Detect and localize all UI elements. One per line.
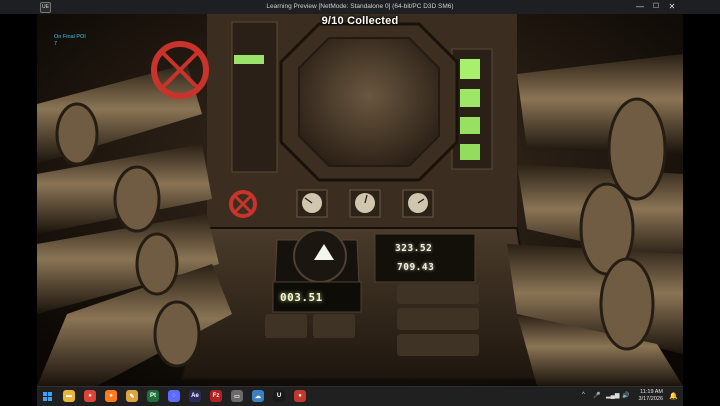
filezilla-icon[interactable]: Fz (210, 390, 222, 402)
folder-icon[interactable]: ▭ (231, 390, 243, 402)
pt-icon[interactable]: Pt (147, 390, 159, 402)
microphone-icon[interactable]: 🎤 (593, 392, 600, 399)
windows-start-icon[interactable] (43, 392, 52, 401)
cloud-icon[interactable]: ☁ (252, 390, 264, 402)
poi-value: 7 (54, 40, 58, 47)
letterbox-right (683, 14, 720, 405)
unreal-icon[interactable]: U (273, 390, 285, 402)
game-scene (37, 14, 683, 386)
paint-icon[interactable]: ✎ (126, 390, 138, 402)
window-titlebar: UE Learning Preview [NetMode: Standalone… (0, 0, 720, 14)
console-readout-top: 323.52 (395, 243, 433, 254)
system-clock[interactable]: 11:19 AM 3/17/2026 (639, 389, 663, 403)
status-light (460, 144, 480, 160)
settings-icon[interactable]: ◌ (168, 390, 180, 402)
maximize-button[interactable]: ☐ (649, 1, 663, 13)
clock-date: 3/17/2026 (638, 396, 663, 402)
game-viewport[interactable]: 9/10 Collected On Final POI 7 323.52 709… (37, 14, 683, 386)
right-pipes (507, 54, 683, 386)
after-effects-icon[interactable]: Ae (189, 390, 201, 402)
windows-taskbar: ▬ ● ● ✎ Pt ◌ Ae Fz ▭ ☁ U ● ^ 🎤 ▂▄▆ 🔊 11:19 AM 3/17/… (37, 386, 683, 406)
volume-icon[interactable]: 🔊 (622, 392, 629, 399)
firefox-icon[interactable]: ● (105, 390, 117, 402)
notification-bell-icon[interactable]: 🔔 (669, 392, 678, 400)
console-readout-bottom: 709.43 (397, 262, 435, 273)
pressure-gauges (296, 189, 434, 218)
window-title: Learning Preview [NetMode: Standalone 0]… (266, 3, 454, 10)
network-icon[interactable]: ▂▄▆ (606, 392, 619, 399)
status-light (460, 117, 480, 134)
console-readout-left: 003.51 (280, 291, 323, 304)
letterbox-left (0, 14, 37, 405)
status-light (234, 55, 264, 64)
poi-debug-text: On Final POI 7 (54, 34, 86, 47)
close-button[interactable]: ✕ (665, 1, 679, 13)
status-light (460, 59, 480, 79)
collected-counter: 9/10 Collected (321, 15, 399, 27)
file-explorer-icon[interactable]: ▬ (63, 390, 75, 402)
octagonal-hatch (279, 22, 459, 182)
recorder-icon[interactable]: ● (294, 390, 306, 402)
poi-label: On Final POI (54, 34, 86, 40)
clock-time: 11:19 AM (640, 389, 663, 395)
tray-overflow-icon[interactable]: ^ (582, 392, 585, 398)
status-light (460, 89, 480, 107)
chrome-icon[interactable]: ● (84, 390, 96, 402)
minimize-button[interactable]: — (633, 1, 647, 13)
